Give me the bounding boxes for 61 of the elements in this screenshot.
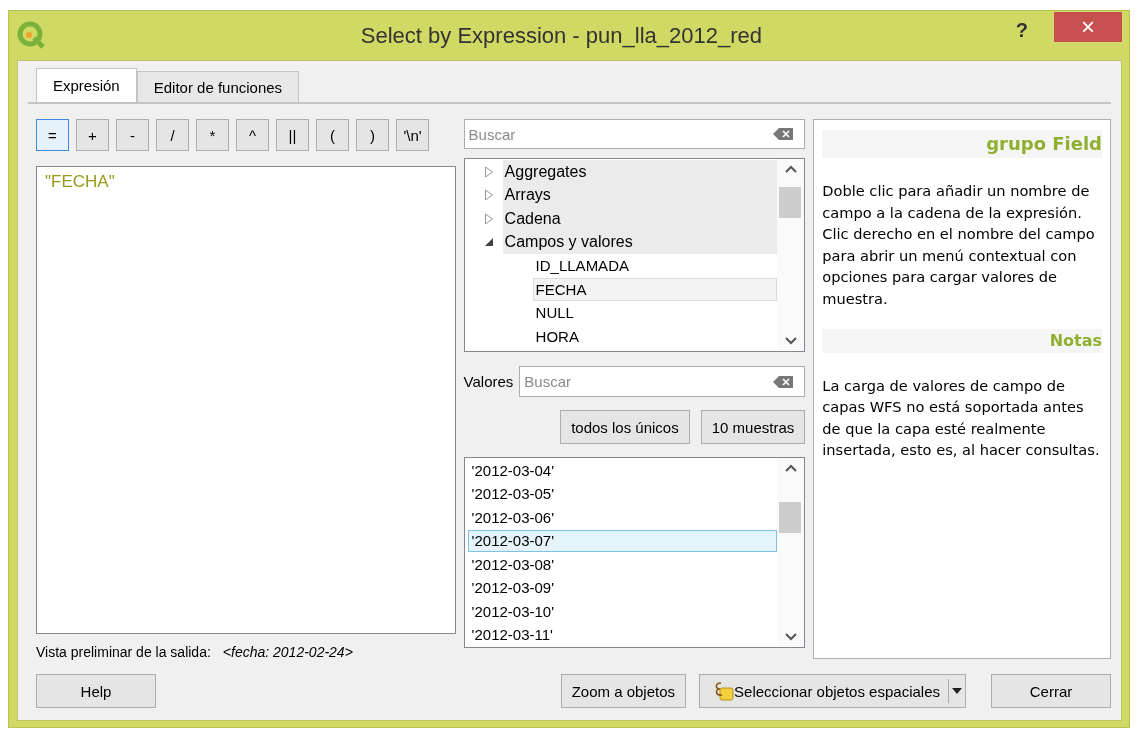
close-button[interactable]: Cerrar <box>991 674 1111 708</box>
values-label: Valores <box>463 373 514 390</box>
list-item[interactable]: '2012-03-05' <box>467 482 778 505</box>
operator-button[interactable]: '\n' <box>396 119 429 151</box>
tree-item[interactable]: Cadena <box>502 207 778 231</box>
notes-text: La carga de valores de campo de capas WFS no está soportada antes de que la capa esté realmente insertada, esto es, al hacer consultas. <box>822 375 1101 460</box>
list-item[interactable]: '2012-03-11' <box>467 623 778 646</box>
search-field[interactable]: Buscar <box>519 366 806 397</box>
tree-item[interactable]: FECHA <box>532 277 778 301</box>
operator-button[interactable]: - <box>116 119 149 151</box>
operator-button[interactable]: / <box>156 119 189 151</box>
scroll-up-icon <box>784 165 797 173</box>
preview-label: Vista preliminar de la salida: <box>36 644 211 660</box>
help-button[interactable]: Help <box>36 674 156 708</box>
zoom-button[interactable]: Zoom a objetos <box>560 674 687 708</box>
split-button[interactable]: Seleccionar objetos espaciales <box>699 674 966 708</box>
tree-item[interactable]: HORA <box>532 324 778 348</box>
operator-button[interactable]: ( <box>316 119 349 151</box>
operator-button[interactable]: ^ <box>236 119 269 151</box>
load-values-button[interactable]: 10 muestras <box>700 410 806 444</box>
list-item[interactable]: '2012-03-08' <box>467 553 778 576</box>
list-item[interactable]: '2012-03-07' <box>467 529 778 552</box>
tree-item[interactable]: Campos y valores <box>502 230 778 254</box>
operator-button[interactable]: = <box>36 119 69 151</box>
list-item[interactable]: '2012-03-06' <box>467 506 778 529</box>
close-button[interactable]: × <box>1054 11 1122 42</box>
list-item[interactable]: '2012-03-09' <box>467 576 778 599</box>
tree-item[interactable]: Aggregates <box>502 160 778 184</box>
scroll-down-icon <box>784 633 797 641</box>
help-heading: grupo Field <box>822 130 1102 158</box>
operator-button[interactable]: ) <box>356 119 389 151</box>
logo-icon <box>17 20 47 51</box>
tab[interactable]: Editor de funciones <box>136 71 300 102</box>
clear-icon <box>773 374 794 389</box>
scrollbar[interactable] <box>777 458 805 647</box>
window-title: Select by Expression - pun_lla_2012_red <box>359 22 763 49</box>
search-field[interactable]: Buscar <box>463 119 806 149</box>
operator-button[interactable]: || <box>276 119 309 151</box>
scroll-down-icon <box>784 337 797 345</box>
operator-button[interactable]: * <box>196 119 229 151</box>
help-button[interactable]: ? <box>1015 19 1028 42</box>
help-text: Doble clic para añadir un nombre de campo a la cadena de la expresión. <box>822 181 1091 223</box>
tree-item[interactable]: Arrays <box>502 183 778 207</box>
preview-value: <fecha: 2012-02-24> <box>222 644 353 660</box>
load-values-button[interactable]: todos los únicos <box>560 410 690 444</box>
function-tree[interactable]: Aggregates Arrays Cadena Campos y valores ID_LLAMADA FECHA NULL HORA <box>463 158 806 352</box>
tree-item[interactable]: NULL <box>532 301 778 325</box>
values-list[interactable]: '2012-03-04' '2012-03-05' '2012-03-06' '2012-03-07' '2012-03-08' '2012-03-09' '2012-03-10' '2012-03-11' <box>463 457 806 648</box>
scrollbar-thumb[interactable] <box>779 502 802 533</box>
scrollbar[interactable] <box>777 159 805 351</box>
list-item[interactable]: '2012-03-10' <box>467 600 778 623</box>
tree-item[interactable]: ID_LLAMADA <box>532 254 778 278</box>
tab[interactable]: Expresión <box>36 68 137 102</box>
scroll-up-icon <box>784 464 797 472</box>
caret-icon <box>949 686 965 696</box>
operator-button[interactable]: + <box>76 119 109 151</box>
clear-icon <box>773 127 794 141</box>
scrollbar-thumb[interactable] <box>779 187 802 218</box>
help-text: Clic derecho en el nombre del campo para abrir un menú contextual con opciones para cargar valores de muestra. <box>822 224 1096 309</box>
list-item[interactable]: '2012-03-04' <box>467 459 778 482</box>
notes-heading: Notas <box>822 329 1102 353</box>
